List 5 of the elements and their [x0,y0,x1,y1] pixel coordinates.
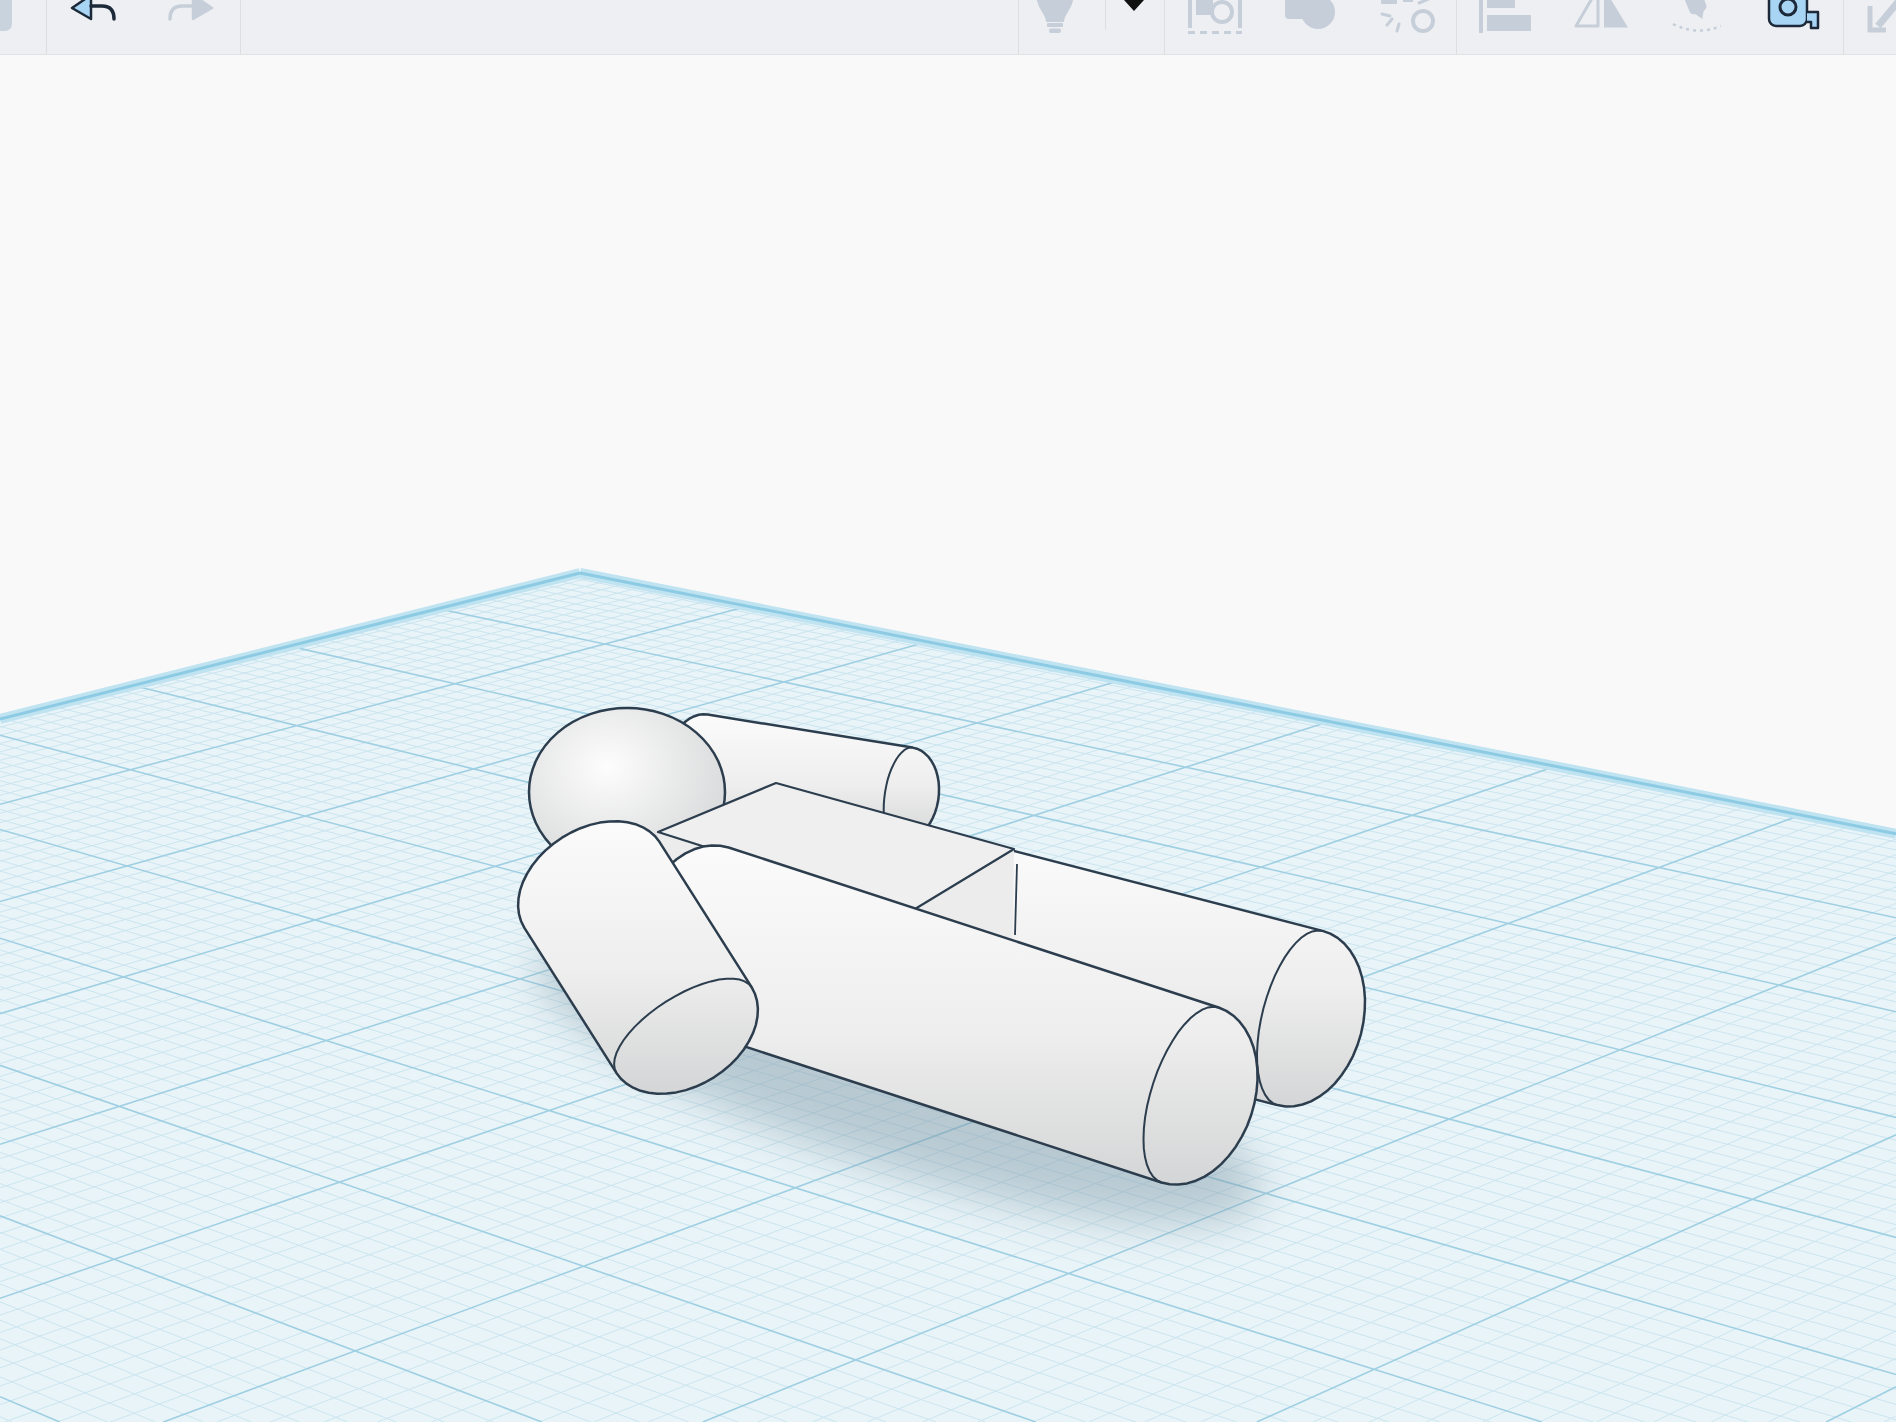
caret-icon[interactable] [1124,0,1144,11]
figure-model-drawing[interactable] [516,706,1367,1186]
tape-measure-icon[interactable] [1767,0,1821,30]
undo-icon[interactable] [70,0,118,21]
cut-off-button[interactable] [0,0,12,31]
